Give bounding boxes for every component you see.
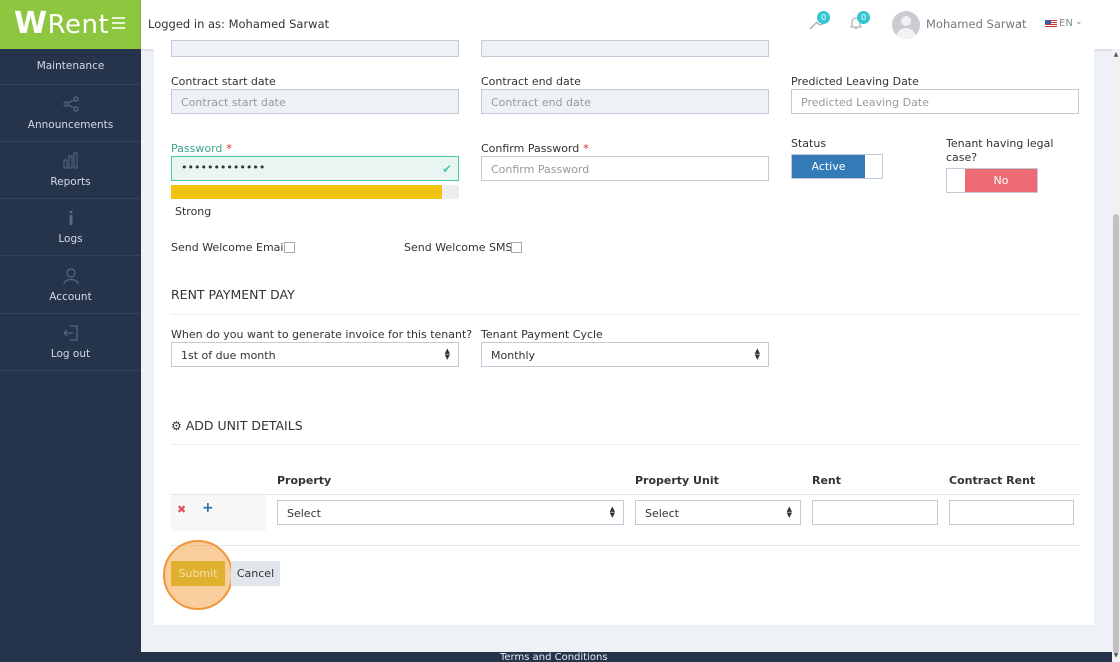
password-strength-label: Strong	[175, 205, 212, 218]
password-label: Password *	[171, 142, 232, 155]
sidebar-item-label: Log out	[50, 348, 91, 360]
sidebar-item-label: Logs	[58, 233, 83, 245]
us-flag-icon[interactable]	[1045, 20, 1057, 28]
predicted-leaving-label: Predicted Leaving Date	[791, 75, 919, 88]
password-value: •••••••••••••	[181, 161, 266, 174]
contract-rent-input[interactable]	[949, 500, 1074, 525]
sidebar-item-label: Maintenance	[36, 60, 105, 72]
contract-start-field[interactable]: Contract start date	[171, 89, 459, 114]
payment-cycle-value: Monthly	[491, 349, 536, 362]
bell-icon[interactable]: 0	[848, 11, 870, 33]
wrench-icon[interactable]: 0	[808, 11, 830, 33]
column-header-property-unit: Property Unit	[635, 474, 719, 487]
sidebar-item-label: Announcements	[27, 119, 114, 131]
sidebar-item-maintenance[interactable]: Maintenance	[0, 49, 141, 85]
user-icon	[0, 267, 141, 287]
confirm-password-field[interactable]: Confirm Password	[481, 156, 769, 181]
select-arrows-icon: ▲ ▼	[754, 347, 760, 361]
select-arrows-icon: ▲ ▼	[444, 347, 450, 361]
chevron-down-icon[interactable]: ⌄	[1016, 17, 1024, 27]
predicted-leaving-field[interactable]: Predicted Leaving Date	[791, 89, 1079, 114]
chevron-down-icon[interactable]: ⌄	[1075, 17, 1083, 27]
divider	[171, 444, 1079, 445]
logo-text: WRent	[14, 6, 110, 41]
menu-toggle-icon[interactable]	[112, 17, 125, 29]
info-icon	[0, 209, 141, 229]
sidebar-item-label: Account	[49, 291, 92, 303]
user-name[interactable]: Mohamed Sarwat	[926, 17, 1027, 31]
property-select-value: Select	[287, 507, 321, 520]
bar-chart-icon	[0, 152, 141, 172]
scroll-down-icon[interactable]: ▼	[1112, 652, 1120, 659]
share-icon	[0, 95, 141, 115]
scrollbar[interactable]: ▲ ▼	[1112, 49, 1120, 662]
sidebar: WRent Maintenance Announcements Reports …	[0, 0, 141, 662]
payment-cycle-select[interactable]: Monthly ▲ ▼	[481, 342, 769, 367]
check-icon: ✔	[441, 162, 452, 176]
legal-case-no: No	[965, 169, 1037, 192]
scroll-up-icon[interactable]: ▲	[1112, 51, 1120, 58]
property-select[interactable]: Select ▲ ▼	[277, 500, 624, 525]
footer: Terms and Conditions	[141, 652, 1112, 662]
password-strength-bar	[171, 185, 459, 199]
column-header-rent: Rent	[812, 474, 842, 487]
logged-in-text: Logged in as: Mohamed Sarwat	[148, 17, 330, 31]
status-label: Status	[791, 137, 827, 150]
select-arrows-icon: ▲ ▼	[609, 505, 615, 519]
status-active: Active	[792, 155, 865, 178]
payment-cycle-label: Tenant Payment Cycle	[481, 328, 603, 341]
column-header-contract-rent: Contract Rent	[949, 474, 1036, 487]
welcome-sms-label: Send Welcome SMS?	[404, 241, 519, 254]
welcome-email-label: Send Welcome Email?	[171, 241, 293, 254]
invoice-select[interactable]: 1st of due month ▲ ▼	[171, 342, 459, 367]
rent-input[interactable]	[812, 500, 938, 525]
status-toggle[interactable]: Active	[791, 154, 883, 179]
contract-end-field[interactable]: Contract end date	[481, 89, 769, 114]
sidebar-item-logs[interactable]: Logs	[0, 199, 141, 256]
welcome-sms-checkbox[interactable]	[511, 242, 522, 253]
sidebar-item-account[interactable]: Account	[0, 257, 141, 314]
sidebar-item-logout[interactable]: Log out	[0, 314, 141, 371]
property-unit-select[interactable]: Select ▲ ▼	[635, 500, 801, 525]
unit-details-title: ⚙ ADD UNIT DETAILS	[171, 418, 303, 433]
sidebar-item-reports[interactable]: Reports	[0, 142, 141, 199]
language-selector[interactable]: EN	[1059, 18, 1073, 29]
add-row-icon[interactable]: +	[202, 500, 214, 516]
password-field[interactable]: ••••••••••••• ✔	[171, 156, 459, 181]
invoice-label: When do you want to generate invoice for…	[171, 328, 473, 341]
password-strength-fill	[171, 185, 442, 199]
confirm-password-label: Confirm Password *	[481, 142, 589, 155]
invoice-select-value: 1st of due month	[181, 349, 276, 362]
gear-icon: ⚙	[171, 419, 182, 433]
scrollbar-thumb[interactable]	[1113, 214, 1119, 654]
rent-payment-title: RENT PAYMENT DAY	[171, 287, 295, 302]
sidebar-item-announcements[interactable]: Announcements	[0, 85, 141, 142]
divider	[171, 314, 1079, 315]
select-arrows-icon: ▲ ▼	[786, 505, 792, 519]
legal-case-label: Tenant having legal case?	[946, 137, 1054, 164]
cancel-button[interactable]: Cancel	[231, 561, 280, 586]
legal-case-toggle[interactable]: No	[946, 168, 1038, 193]
contract-end-label: Contract end date	[481, 75, 581, 88]
terms-link[interactable]: Terms and Conditions	[500, 652, 608, 662]
column-header-property: Property	[277, 474, 332, 487]
remove-row-icon[interactable]: ✖	[177, 503, 186, 516]
logo[interactable]: WRent	[0, 0, 141, 49]
welcome-email-checkbox[interactable]	[284, 242, 295, 253]
sidebar-item-label: Reports	[50, 176, 91, 188]
cutoff-input[interactable]	[171, 40, 459, 57]
submit-button[interactable]: Submit	[171, 561, 225, 586]
cutoff-input[interactable]	[481, 40, 769, 57]
property-unit-select-value: Select	[645, 507, 679, 520]
logout-icon	[0, 324, 141, 344]
maintenance-badge: 0	[817, 11, 830, 24]
notifications-badge: 0	[857, 11, 870, 24]
avatar[interactable]	[892, 11, 920, 39]
contract-start-label: Contract start date	[171, 75, 276, 88]
